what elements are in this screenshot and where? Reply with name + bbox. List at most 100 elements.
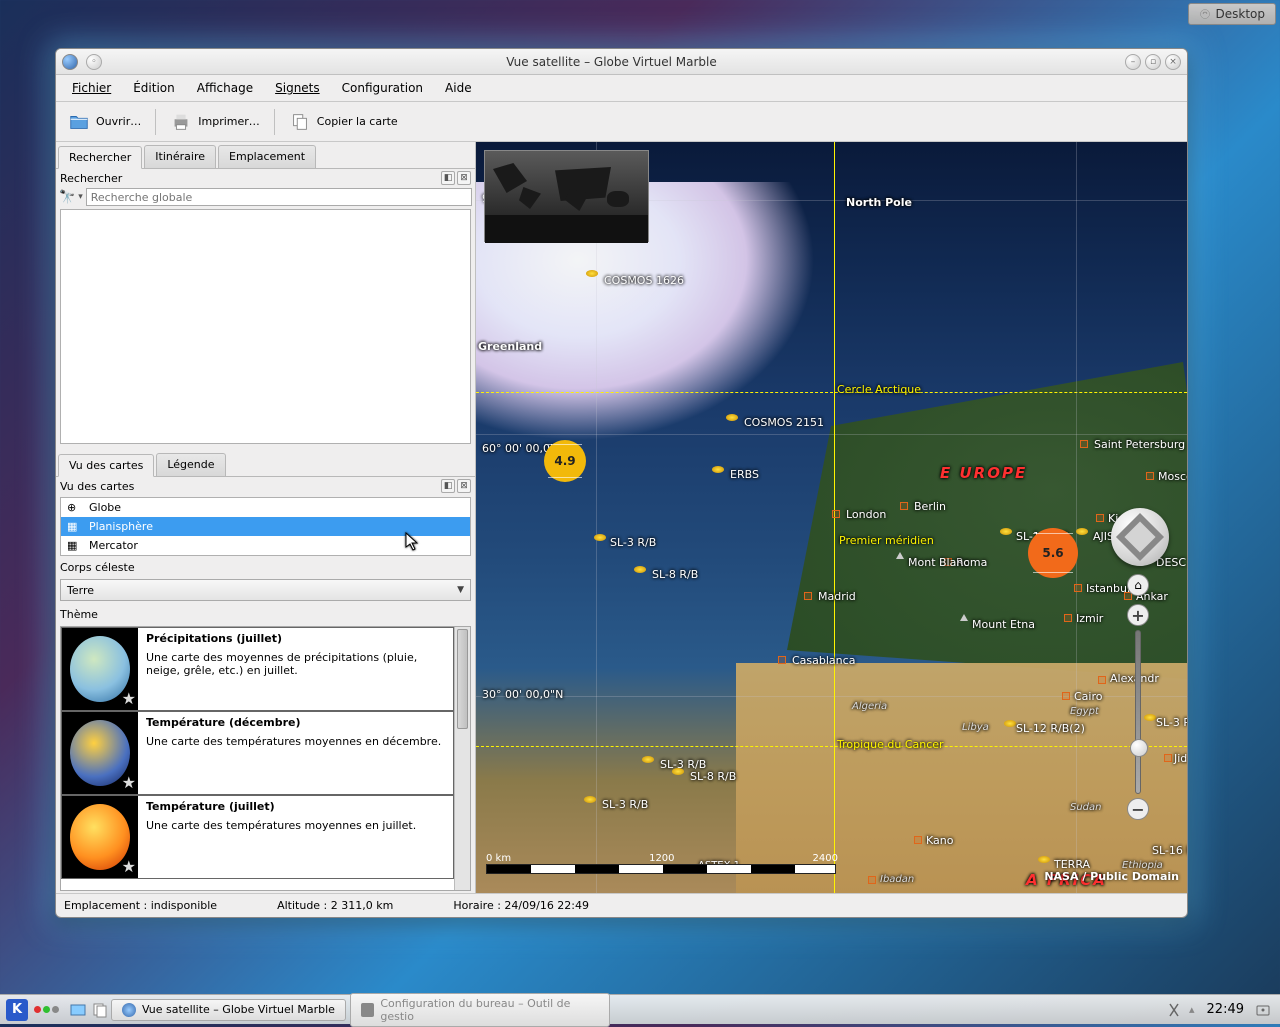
city-kano-marker[interactable]	[914, 836, 922, 844]
overview-map[interactable]	[484, 150, 649, 242]
theme-label: Thème	[56, 605, 475, 624]
sat-dot[interactable]	[726, 414, 738, 421]
city-izmir-marker[interactable]	[1064, 614, 1072, 622]
klipper-icon[interactable]	[1166, 1002, 1182, 1018]
sat-dot[interactable]	[1076, 528, 1088, 535]
folder-open-icon	[68, 111, 90, 133]
star-icon[interactable]: ★	[122, 857, 136, 876]
sat-dot[interactable]	[1038, 856, 1050, 863]
status-time: Horaire : 24/09/16 22:49	[453, 899, 589, 912]
globe-icon: ⊕	[67, 501, 81, 514]
sat-sl3rb3b: SL-3 R/B	[1156, 716, 1187, 729]
menu-bookmarks[interactable]: Signets	[265, 77, 330, 99]
city-madrid-marker[interactable]	[804, 592, 812, 600]
notifications-icon[interactable]	[1255, 1002, 1271, 1018]
menu-help[interactable]: Aide	[435, 77, 482, 99]
mtn-montblanc-marker[interactable]	[896, 552, 904, 559]
search-dropdown-icon[interactable]: ▾	[78, 192, 83, 202]
scrollbar-thumb[interactable]	[457, 629, 468, 729]
city-jiddah-marker[interactable]	[1164, 754, 1172, 762]
city-casablanca-marker[interactable]	[778, 656, 786, 664]
earthquake-marker[interactable]: 4.9	[544, 440, 586, 482]
copy-map-button[interactable]: Copier la carte	[281, 107, 406, 137]
close-button[interactable]: ×	[1165, 54, 1181, 70]
city-kiev-marker[interactable]	[1096, 514, 1104, 522]
projection-globe[interactable]: ⊕ Globe	[61, 498, 470, 517]
sat-dot[interactable]	[594, 534, 606, 541]
close-panel-icon[interactable]: ⊠	[457, 171, 471, 185]
minimize-button[interactable]: –	[1125, 54, 1141, 70]
main-window: ◦ Vue satellite – Globe Virtuel Marble –…	[55, 48, 1188, 918]
search-tabs: Rechercher Itinéraire Emplacement	[56, 142, 475, 169]
taskbar-clock[interactable]: 22:49	[1207, 1002, 1244, 1017]
activity-pager[interactable]	[34, 1006, 59, 1013]
mtn-etna-marker[interactable]	[960, 614, 968, 621]
city-moscow-marker[interactable]	[1146, 472, 1154, 480]
zoom-out-button[interactable]: −	[1127, 798, 1149, 820]
open-button[interactable]: Ouvrir…	[60, 107, 149, 137]
tab-mapviews[interactable]: Vu des cartes	[58, 454, 154, 477]
zoom-slider[interactable]	[1135, 630, 1141, 794]
compass-control[interactable]	[1111, 508, 1169, 566]
city-istanbul-marker[interactable]	[1074, 584, 1082, 592]
celestial-body-combo[interactable]: Terre ▼	[60, 579, 471, 601]
tray-expand-icon[interactable]: ▴	[1189, 1003, 1195, 1016]
show-desktop-icon[interactable]	[70, 1002, 86, 1018]
projection-planisphere[interactable]: ▦ Planisphère	[61, 517, 470, 536]
home-button[interactable]: ⌂	[1127, 574, 1149, 596]
sat-dot[interactable]	[712, 466, 724, 473]
detach-icon[interactable]: ◧	[441, 171, 455, 185]
star-icon[interactable]: ★	[122, 773, 136, 792]
k-menu-button[interactable]: K	[6, 999, 28, 1021]
menu-file[interactable]: Fichier	[62, 77, 121, 99]
mapview-tabs: Vu des cartes Légende	[56, 450, 475, 477]
theme-item-temp-july[interactable]: ★ Température (juillet)Une carte des tem…	[61, 795, 454, 879]
city-saintp-marker[interactable]	[1080, 440, 1088, 448]
map-view[interactable]: 90° 00' 00,0"N 60° 00' 00,0"N 30° 00' 00…	[476, 142, 1187, 893]
menu-edit[interactable]: Édition	[123, 77, 185, 99]
sat-dot[interactable]	[1000, 528, 1012, 535]
taskbar-item-marble[interactable]: Vue satellite – Globe Virtuel Marble	[111, 999, 346, 1021]
earthquake-marker[interactable]: 5.6	[1028, 528, 1078, 578]
tab-itinerary[interactable]: Itinéraire	[144, 145, 216, 168]
desktop-pager-button[interactable]: Desktop	[1188, 3, 1277, 25]
city-ibadan-marker[interactable]	[868, 876, 876, 884]
titlebar-icon-pin[interactable]: ◦	[86, 54, 102, 70]
zoom-handle[interactable]	[1130, 739, 1148, 757]
sat-dot[interactable]	[672, 768, 684, 775]
files-icon[interactable]	[92, 1002, 108, 1018]
sat-dot[interactable]	[584, 796, 596, 803]
projection-mercator[interactable]: ▦ Mercator	[61, 536, 470, 555]
taskbar-item-config[interactable]: Configuration du bureau – Outil de gesti…	[350, 993, 610, 1027]
tab-placement[interactable]: Emplacement	[218, 145, 316, 168]
close-panel-icon[interactable]: ⊠	[457, 479, 471, 493]
theme-item-temp-december[interactable]: ★ Température (décembre)Une carte des te…	[61, 711, 454, 795]
titlebar[interactable]: ◦ Vue satellite – Globe Virtuel Marble –…	[56, 49, 1187, 75]
city-saintp: Saint Petersburg	[1094, 438, 1185, 451]
city-cairo-marker[interactable]	[1062, 692, 1070, 700]
zoom-in-button[interactable]: +	[1127, 604, 1149, 626]
search-input[interactable]	[86, 188, 472, 206]
theme-item-precipitation-july[interactable]: ★ Précipitations (juillet)Une carte des …	[61, 627, 454, 711]
city-berlin-marker[interactable]	[900, 502, 908, 510]
city-alexandria-marker[interactable]	[1098, 676, 1106, 684]
search-results[interactable]	[60, 209, 471, 444]
detach-icon[interactable]: ◧	[441, 479, 455, 493]
star-icon[interactable]: ★	[122, 689, 136, 708]
city-london-marker[interactable]	[832, 510, 840, 518]
theme-scrollbar[interactable]	[454, 627, 470, 890]
city-london: London	[846, 508, 886, 521]
print-button[interactable]: Imprimer…	[162, 107, 268, 137]
separator	[155, 109, 156, 135]
sat-dot[interactable]	[586, 270, 598, 277]
tab-legend[interactable]: Légende	[156, 453, 225, 476]
sat-dot[interactable]	[634, 566, 646, 573]
maximize-button[interactable]: ▫	[1145, 54, 1161, 70]
sat-dot[interactable]	[1004, 720, 1016, 727]
sat-dot[interactable]	[642, 756, 654, 763]
tab-search[interactable]: Rechercher	[58, 146, 142, 169]
zoom-control: + −	[1129, 604, 1147, 820]
menu-config[interactable]: Configuration	[332, 77, 433, 99]
binoculars-icon[interactable]: 🔭	[59, 190, 75, 205]
menu-view[interactable]: Affichage	[187, 77, 263, 99]
